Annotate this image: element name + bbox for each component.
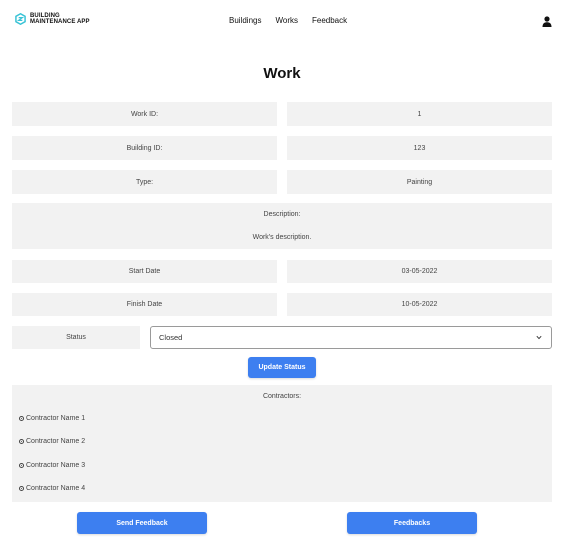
type-label: Type: [135, 178, 154, 186]
start-date-value-box: 03-05-2022 [287, 260, 552, 283]
start-date-label: Start Date [128, 268, 161, 275]
contractor-name: Contractor Name 2 [26, 438, 86, 445]
work-id-label: Work ID: [130, 110, 159, 118]
start-date-label-box: Start Date [12, 260, 277, 283]
start-date-value: 03-05-2022 [401, 268, 438, 275]
status-label: Status [66, 334, 86, 341]
page-title: Work [263, 65, 301, 82]
type-value-box: Painting [287, 170, 552, 194]
bullet-icon [19, 486, 24, 491]
app-name-line2: MAINTENANCE APP [30, 19, 90, 25]
nav-links: Buildings Works Feedback [229, 16, 361, 25]
bullet-icon [19, 416, 24, 421]
finish-date-label-box: Finish Date [12, 293, 277, 316]
contractor-name: Contractor Name 4 [26, 485, 86, 492]
description-box: Description: Work's description. [12, 203, 552, 249]
contractor-item: Contractor Name 3 [19, 462, 85, 469]
status-label-box: Status [12, 326, 140, 349]
contractor-name: Contractor Name 3 [26, 462, 86, 469]
update-status-button[interactable]: Update Status [248, 357, 316, 378]
bullet-icon [19, 439, 24, 444]
contractor-name: Contractor Name 1 [26, 415, 86, 422]
work-id-value-box: 1 [287, 102, 552, 126]
work-id-label-box: Work ID: [12, 102, 277, 126]
building-id-value: 123 [413, 144, 426, 152]
feedbacks-button[interactable]: Feedbacks [347, 512, 477, 534]
nav-link-works[interactable]: Works [275, 16, 298, 25]
building-id-label: Building ID: [126, 144, 163, 152]
finish-date-value: 10-05-2022 [401, 301, 438, 308]
navbar: BUILDING MAINTENANCE APP Buildings Works… [0, 0, 564, 44]
description-label: Description: [263, 211, 301, 218]
contractors-panel: Contractors: Contractor Name 1 Contracto… [12, 385, 552, 502]
send-feedback-button[interactable]: Send Feedback [77, 512, 207, 534]
contractor-item: Contractor Name 1 [19, 415, 85, 422]
status-select[interactable]: Closed [150, 326, 552, 349]
logo-icon [15, 13, 26, 25]
finish-date-value-box: 10-05-2022 [287, 293, 552, 316]
app-logo[interactable]: BUILDING MAINTENANCE APP [15, 13, 90, 25]
status-selected-value: Closed [159, 333, 183, 342]
type-label-box: Type: [12, 170, 277, 194]
user-icon[interactable] [542, 16, 552, 27]
nav-link-feedback[interactable]: Feedback [312, 16, 347, 25]
contractors-title: Contractors: [262, 393, 302, 400]
building-id-label-box: Building ID: [12, 136, 277, 160]
description-value: Work's description. [252, 234, 312, 241]
chevron-down-icon [536, 335, 542, 340]
work-id-value: 1 [417, 110, 422, 118]
type-value: Painting [406, 178, 433, 186]
building-id-value-box: 123 [287, 136, 552, 160]
nav-link-buildings[interactable]: Buildings [229, 16, 261, 25]
contractor-item: Contractor Name 4 [19, 485, 85, 492]
app-name: BUILDING MAINTENANCE APP [30, 13, 90, 25]
bullet-icon [19, 463, 24, 468]
finish-date-label: Finish Date [126, 301, 163, 308]
contractor-item: Contractor Name 2 [19, 438, 85, 445]
